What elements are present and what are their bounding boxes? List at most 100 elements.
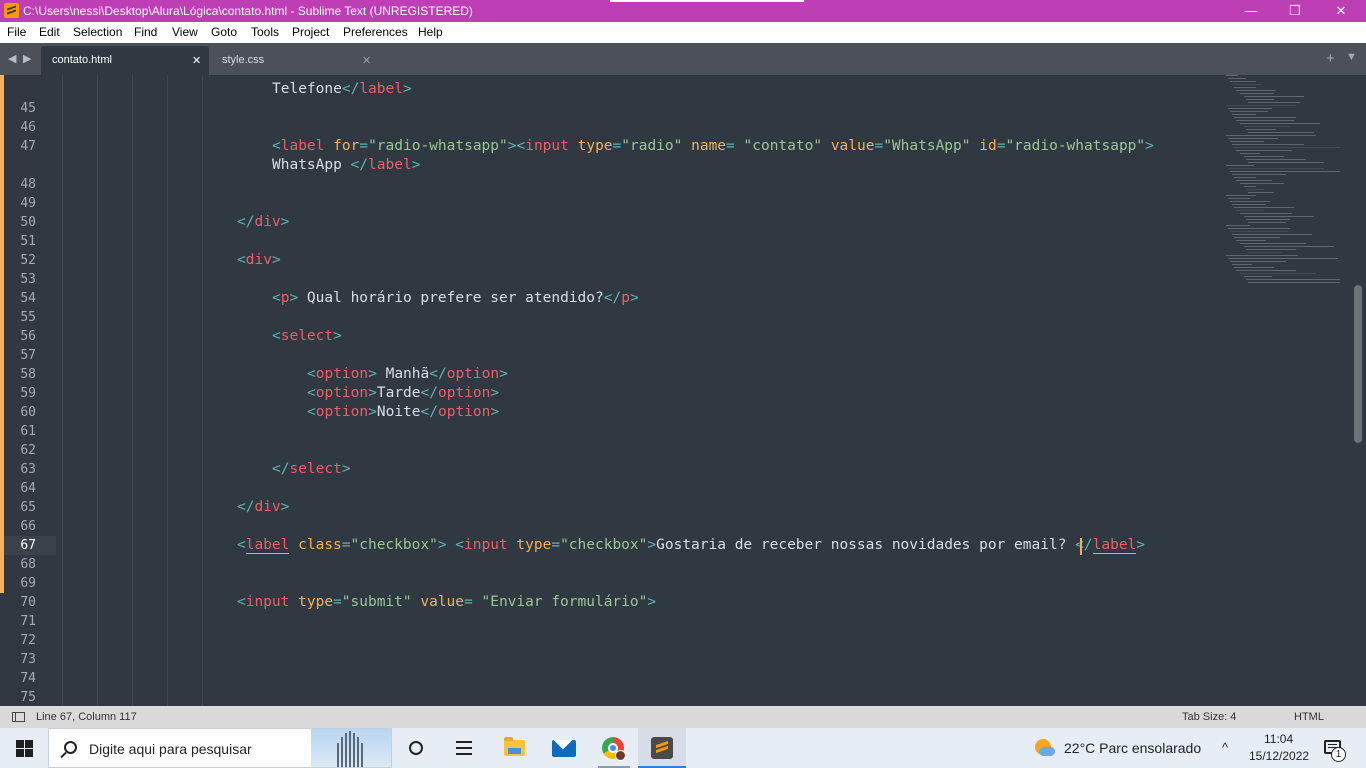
menu-help[interactable]: Help — [418, 25, 443, 39]
taskbar-search-box[interactable]: Digite aqui para pesquisar — [48, 728, 392, 768]
line-number: 66 — [20, 519, 36, 534]
mail-icon[interactable] — [540, 728, 588, 768]
minimap-line — [1228, 78, 1246, 79]
minimap-line — [1240, 213, 1292, 214]
line-number: 49 — [20, 196, 36, 211]
minimap-line — [1230, 231, 1288, 232]
minimap-line — [1246, 279, 1340, 280]
minimap-line — [1236, 90, 1276, 91]
minimap-line — [1248, 192, 1274, 193]
code-line: WhatsApp </label> — [272, 157, 421, 173]
menu-bar: File Edit Selection Find View Goto Tools… — [0, 22, 1366, 43]
indent-guide — [167, 75, 168, 706]
tab-dropdown-icon[interactable]: ▼ — [1346, 51, 1357, 63]
windows-logo-icon — [16, 740, 33, 757]
status-bar: Line 67, Column 117 Tab Size: 4 HTML — [0, 706, 1366, 728]
line-number: 45 — [20, 101, 36, 116]
new-tab-icon[interactable]: + — [1326, 50, 1335, 67]
vertical-scrollbar[interactable] — [1354, 285, 1362, 443]
line-number: 72 — [20, 633, 36, 648]
search-highlight-image[interactable] — [311, 729, 391, 767]
line-number: 69 — [20, 576, 36, 591]
minimap[interactable] — [1222, 75, 1350, 285]
maximize-button[interactable]: ❐ — [1272, 0, 1318, 22]
tab-style-css[interactable]: style.css ✕ — [211, 48, 381, 75]
tab-nav-left-icon[interactable]: ◀ — [8, 52, 16, 65]
sublime-text-taskbar-icon[interactable] — [638, 728, 686, 768]
minimap-line — [1230, 201, 1270, 202]
menu-selection[interactable]: Selection — [73, 25, 122, 39]
minimap-line — [1236, 120, 1294, 121]
minimap-line — [1232, 264, 1252, 265]
minimap-line — [1226, 255, 1298, 256]
minimap-line — [1236, 210, 1264, 211]
weather-icon[interactable] — [1033, 737, 1055, 759]
syntax-mode[interactable]: HTML — [1294, 711, 1324, 723]
widgets-icon[interactable] — [440, 728, 488, 768]
code-line: <select> — [272, 328, 342, 344]
minimap-line — [1226, 225, 1250, 226]
minimap-line — [1232, 84, 1262, 85]
tab-nav-right-icon[interactable]: ▶ — [23, 52, 31, 65]
line-number: 63 — [20, 462, 36, 477]
line-number: 75 — [20, 690, 36, 705]
tab-close-icon[interactable]: ✕ — [192, 54, 201, 67]
line-number: 56 — [20, 329, 36, 344]
line-number: 47 — [20, 139, 36, 154]
line-number: 52 — [20, 253, 36, 268]
minimap-line — [1232, 114, 1256, 115]
task-view-icon[interactable] — [392, 728, 440, 768]
line-number: 67 — [20, 538, 36, 553]
line-number: 50 — [20, 215, 36, 230]
tab-size[interactable]: Tab Size: 4 — [1182, 711, 1236, 723]
code-line: <option>Tarde</option> — [307, 385, 500, 401]
panel-toggle-icon[interactable] — [12, 712, 25, 722]
line-number: 58 — [20, 367, 36, 382]
minimap-line — [1226, 195, 1256, 196]
line-number: 48 — [20, 177, 36, 192]
line-number-gutter: 45 46 47 48 49 50 51 52 53 54 55 56 57 58 59 60 61 62 63 64… — [0, 75, 56, 706]
sublime-text-icon — [4, 3, 19, 18]
minimap-line — [1246, 189, 1264, 190]
weather-text[interactable]: 22°C Parc ensolarado — [1064, 740, 1201, 756]
minimap-line — [1232, 174, 1286, 175]
tab-bar: ◀ ▶ contato.html ✕ style.css ✕ + ▼ — [0, 43, 1366, 75]
chrome-icon[interactable] — [590, 728, 638, 768]
minimap-line — [1240, 243, 1306, 244]
tab-contato-html[interactable]: contato.html ✕ — [41, 46, 209, 75]
minimap-line — [1244, 96, 1304, 97]
minimap-line — [1226, 105, 1296, 106]
minimap-line — [1240, 183, 1284, 184]
clock-date[interactable]: 15/12/2022 — [1249, 749, 1309, 763]
line-number: 60 — [20, 405, 36, 420]
minimap-line — [1234, 147, 1340, 148]
minimize-button[interactable]: — — [1228, 0, 1274, 22]
file-explorer-icon[interactable] — [490, 728, 538, 768]
menu-find[interactable]: Find — [134, 25, 157, 39]
minimap-line — [1228, 228, 1290, 229]
minimap-line — [1226, 135, 1316, 136]
code-editor[interactable]: 45 46 47 48 49 50 51 52 53 54 55 56 57 58 59 60 61 62 63 64… — [0, 75, 1366, 706]
menu-goto[interactable]: Goto — [211, 25, 237, 39]
code-line: <option> Manhã</option> — [307, 366, 508, 382]
minimap-line — [1244, 276, 1272, 277]
chevron-up-icon[interactable]: ^ — [1222, 740, 1228, 755]
minimap-line — [1240, 123, 1320, 124]
menu-file[interactable]: File — [7, 25, 26, 39]
clock-time[interactable]: 11:04 — [1264, 732, 1293, 746]
tab-close-icon[interactable]: ✕ — [362, 54, 371, 67]
menu-project[interactable]: Project — [292, 25, 329, 39]
menu-view[interactable]: View — [172, 25, 198, 39]
windows-start-button[interactable] — [0, 728, 48, 768]
menu-edit[interactable]: Edit — [39, 25, 60, 39]
minimap-line — [1244, 156, 1284, 157]
notification-badge: 1 — [1331, 747, 1346, 762]
windows-taskbar: Digite aqui para pesquisar 22°C Parc ens… — [0, 728, 1366, 768]
menu-tools[interactable]: Tools — [251, 25, 279, 39]
line-number: 61 — [20, 424, 36, 439]
minimap-line — [1248, 162, 1324, 163]
close-button[interactable]: ✕ — [1318, 0, 1364, 22]
cursor-position: Line 67, Column 117 — [36, 711, 137, 723]
minimap-line — [1226, 75, 1238, 76]
menu-preferences[interactable]: Preferences — [343, 25, 408, 39]
